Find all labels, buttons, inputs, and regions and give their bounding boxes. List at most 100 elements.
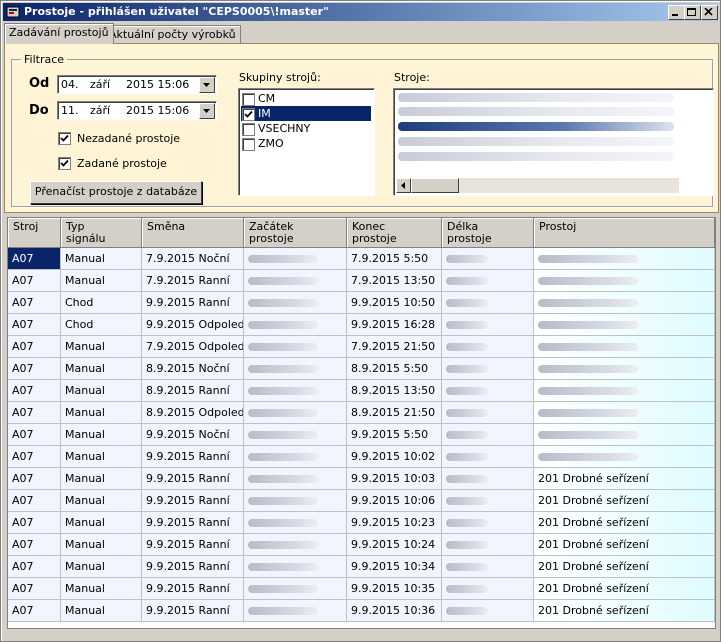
cell-prostoj[interactable] <box>534 270 715 292</box>
cell-redacted[interactable] <box>442 490 534 512</box>
cell-stroj[interactable]: A07 <box>8 534 61 556</box>
cell-redacted[interactable] <box>442 468 534 490</box>
od-dropdown-button[interactable] <box>199 77 215 93</box>
cell-prostoj[interactable] <box>534 402 715 424</box>
maximize-button[interactable] <box>684 5 701 20</box>
col-header-delka[interactable]: Délka prostoje <box>442 218 534 248</box>
cell-redacted[interactable] <box>442 380 534 402</box>
cell-typ[interactable]: Manual <box>61 578 142 600</box>
cell-konec[interactable]: 9.9.2015 5:50 <box>347 424 442 446</box>
cell-prostoj[interactable]: 201 Drobné seřízení <box>534 556 715 578</box>
cell-redacted[interactable] <box>442 270 534 292</box>
cell-prostoj[interactable]: 201 Drobné seřízení <box>534 490 715 512</box>
col-header-zacatek[interactable]: Začátek prostoje <box>244 218 347 248</box>
cell-stroj[interactable]: A07 <box>8 336 61 358</box>
zadane-checkbox[interactable] <box>58 157 71 170</box>
cell-konec[interactable]: 8.9.2015 13:50 <box>347 380 442 402</box>
table-row[interactable]: A07 Manual 9.9.2015 Noční 9.9.2015 5:50 <box>8 424 715 446</box>
cell-prostoj[interactable] <box>534 446 715 468</box>
cell-typ[interactable]: Manual <box>61 424 142 446</box>
cell-redacted[interactable] <box>442 446 534 468</box>
col-header-smena[interactable]: Směna <box>142 218 244 248</box>
cell-typ[interactable]: Manual <box>61 600 142 622</box>
cell-smena[interactable]: 7.9.2015 Odpolední <box>142 336 244 358</box>
cell-smena[interactable]: 9.9.2015 Ranní <box>142 468 244 490</box>
machine-item-redacted-selected[interactable] <box>398 122 674 131</box>
cell-stroj[interactable]: A07 <box>8 446 61 468</box>
cell-konec[interactable]: 8.9.2015 5:50 <box>347 358 442 380</box>
do-month[interactable]: září <box>90 104 110 117</box>
cell-redacted[interactable] <box>442 600 534 622</box>
tab-zadavani-prostoju[interactable]: Zadávání prostojů <box>4 23 114 44</box>
cell-redacted[interactable] <box>244 270 347 292</box>
cell-typ[interactable]: Chod <box>61 314 142 336</box>
cell-smena[interactable]: 8.9.2015 Noční <box>142 358 244 380</box>
cell-typ[interactable]: Manual <box>61 270 142 292</box>
cell-redacted[interactable] <box>442 248 534 270</box>
cell-konec[interactable]: 9.9.2015 10:24 <box>347 534 442 556</box>
group-item-cm[interactable]: CM <box>241 91 371 106</box>
cell-stroj[interactable]: A07 <box>8 358 61 380</box>
reload-button[interactable]: Přenačíst prostoje z databáze <box>30 181 202 204</box>
cell-smena[interactable]: 7.9.2015 Noční <box>142 248 244 270</box>
cell-smena[interactable]: 9.9.2015 Noční <box>142 424 244 446</box>
cell-typ[interactable]: Manual <box>61 402 142 424</box>
cell-konec[interactable]: 9.9.2015 10:34 <box>347 556 442 578</box>
group-item-im[interactable]: IM <box>241 106 371 121</box>
cell-konec[interactable]: 9.9.2015 10:50 <box>347 292 442 314</box>
cell-redacted[interactable] <box>442 314 534 336</box>
table-row[interactable]: A07 Manual 9.9.2015 Ranní 9.9.2015 10:36 201… <box>8 600 715 622</box>
machine-item-redacted[interactable] <box>398 93 674 102</box>
cell-konec[interactable]: 7.9.2015 13:50 <box>347 270 442 292</box>
cell-typ[interactable]: Manual <box>61 380 142 402</box>
machine-groups-list[interactable]: CM IM VSECHNY ZMO <box>238 88 375 196</box>
cell-redacted[interactable] <box>244 534 347 556</box>
scroll-thumb[interactable] <box>411 178 459 193</box>
cell-smena[interactable]: 8.9.2015 Ranní <box>142 380 244 402</box>
table-row[interactable]: A07 Manual 7.9.2015 Ranní 7.9.2015 13:50 <box>8 270 715 292</box>
cell-prostoj[interactable]: 201 Drobné seřízení <box>534 512 715 534</box>
cell-smena[interactable]: 9.9.2015 Ranní <box>142 490 244 512</box>
cell-redacted[interactable] <box>244 336 347 358</box>
cell-prostoj[interactable]: 201 Drobné seřízení <box>534 468 715 490</box>
cell-redacted[interactable] <box>244 248 347 270</box>
table-row[interactable]: A07 Manual 9.9.2015 Ranní 9.9.2015 10:02 <box>8 446 715 468</box>
cell-stroj[interactable]: A07 <box>8 292 61 314</box>
od-month[interactable]: září <box>90 78 110 91</box>
do-year-time[interactable]: 2015 15:06 <box>126 104 189 117</box>
cell-redacted[interactable] <box>244 380 347 402</box>
cell-stroj[interactable]: A07 <box>8 270 61 292</box>
cell-smena[interactable]: 9.9.2015 Ranní <box>142 534 244 556</box>
cell-stroj[interactable]: A07 <box>8 248 61 270</box>
cell-smena[interactable]: 9.9.2015 Ranní <box>142 556 244 578</box>
table-row[interactable]: A07 Manual 9.9.2015 Ranní 9.9.2015 10:24 201… <box>8 534 715 556</box>
cell-typ[interactable]: Manual <box>61 468 142 490</box>
do-date-picker[interactable]: 11. září 2015 15:06 <box>57 101 217 120</box>
machines-hscrollbar[interactable] <box>396 178 679 193</box>
cell-typ[interactable]: Manual <box>61 248 142 270</box>
cell-stroj[interactable]: A07 <box>8 314 61 336</box>
table-row[interactable]: A07 Manual 9.9.2015 Ranní 9.9.2015 10:35 201… <box>8 578 715 600</box>
table-row[interactable]: A07 Manual 7.9.2015 Noční 7.9.2015 5:50 <box>8 248 715 270</box>
col-header-typ-signalu[interactable]: Typ signálu <box>61 218 142 248</box>
cell-redacted[interactable] <box>244 512 347 534</box>
cell-smena[interactable]: 9.9.2015 Ranní <box>142 512 244 534</box>
cell-konec[interactable]: 9.9.2015 10:03 <box>347 468 442 490</box>
table-row[interactable]: A07 Manual 8.9.2015 Ranní 8.9.2015 13:50 <box>8 380 715 402</box>
col-header-prostoj[interactable]: Prostoj <box>534 218 715 248</box>
cell-stroj[interactable]: A07 <box>8 468 61 490</box>
cell-stroj[interactable]: A07 <box>8 380 61 402</box>
do-dropdown-button[interactable] <box>199 103 215 119</box>
table-row[interactable]: A07 Manual 9.9.2015 Ranní 9.9.2015 10:23 201… <box>8 512 715 534</box>
nezadane-checkbox[interactable] <box>58 132 71 145</box>
cell-redacted[interactable] <box>244 578 347 600</box>
scroll-left-button[interactable] <box>396 178 411 193</box>
cell-konec[interactable]: 7.9.2015 5:50 <box>347 248 442 270</box>
cell-stroj[interactable]: A07 <box>8 424 61 446</box>
od-date-picker[interactable]: 04. září 2015 15:06 <box>57 75 217 94</box>
table-row[interactable]: A07 Manual 8.9.2015 Odpolední 8.9.2015 21:5… <box>8 402 715 424</box>
cell-redacted[interactable] <box>244 314 347 336</box>
cell-typ[interactable]: Manual <box>61 336 142 358</box>
cell-prostoj[interactable] <box>534 424 715 446</box>
table-row[interactable]: A07 Manual 9.9.2015 Ranní 9.9.2015 10:06 201… <box>8 490 715 512</box>
